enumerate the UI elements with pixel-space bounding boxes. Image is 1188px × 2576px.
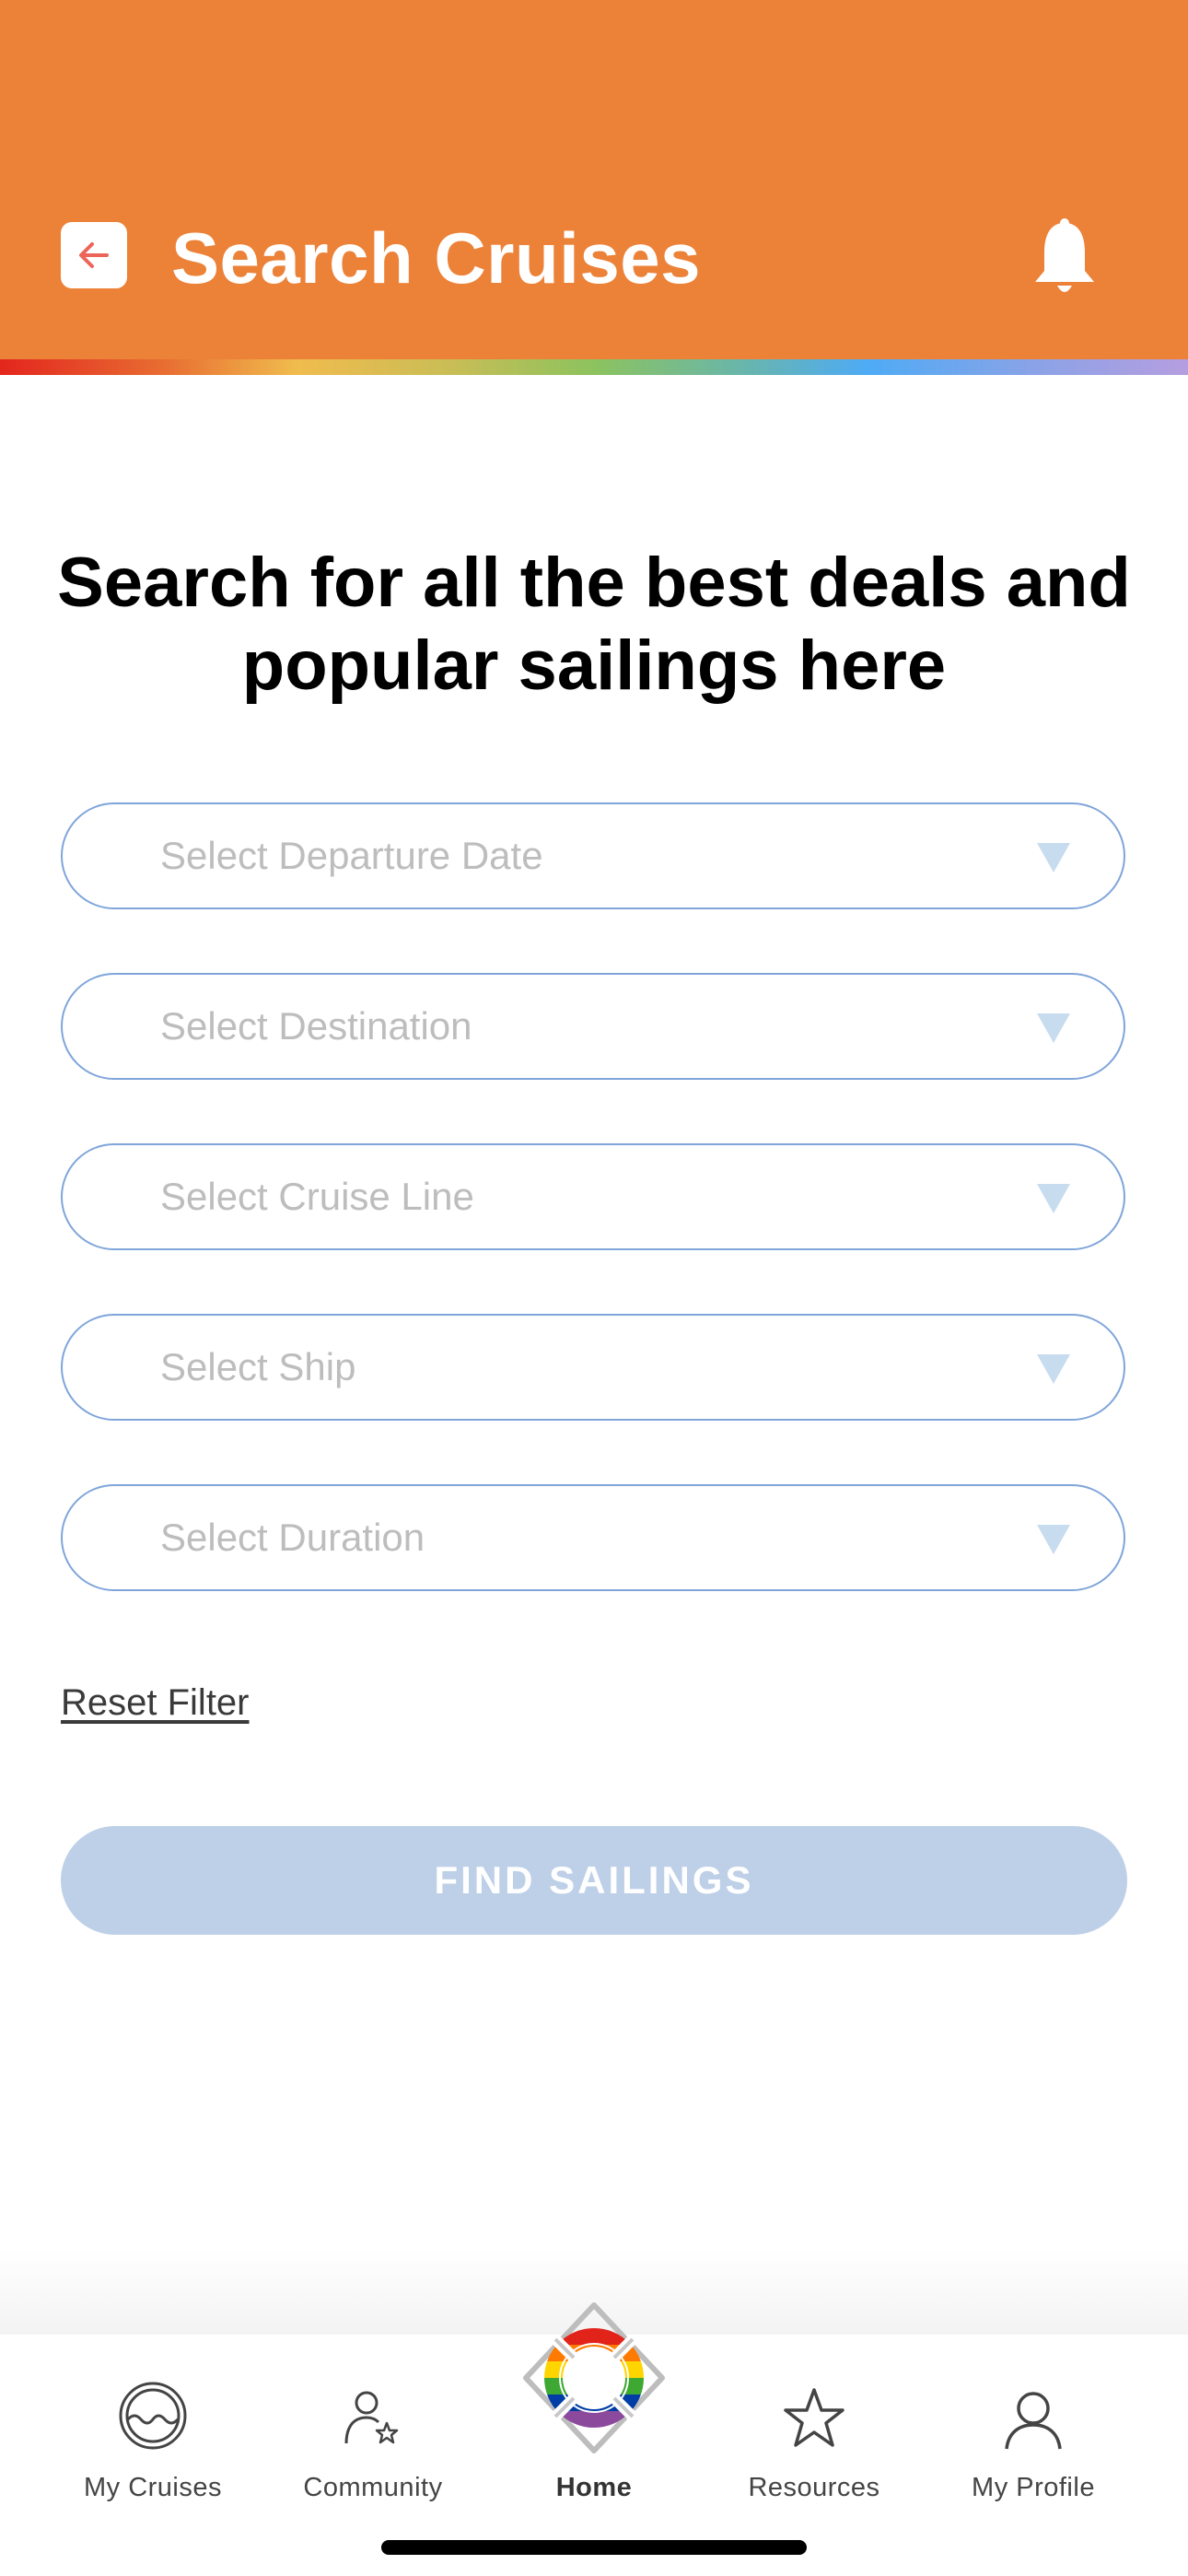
tab-label: My Profile <box>972 2473 1095 2502</box>
back-button[interactable] <box>61 222 127 288</box>
home-indicator <box>381 2540 807 2555</box>
porthole-icon <box>119 2382 187 2450</box>
cruise-line-select[interactable]: Select Cruise Line <box>61 1143 1125 1250</box>
search-headline: Search for all the best deals and popula… <box>57 544 1131 705</box>
tab-community[interactable]: Community <box>281 2359 465 2503</box>
duration-select[interactable]: Select Duration <box>61 1484 1125 1591</box>
ship-select[interactable]: Select Ship <box>61 1314 1125 1421</box>
tab-label: Resources <box>748 2473 880 2502</box>
triangle-down-icon <box>1037 1013 1070 1043</box>
notifications-button[interactable] <box>1028 217 1101 300</box>
departure-date-placeholder: Select Departure Date <box>160 834 543 877</box>
cruise-line-placeholder: Select Cruise Line <box>160 1175 474 1218</box>
star-icon <box>784 2388 844 2447</box>
reset-filter-link[interactable]: Reset Filter <box>61 1682 250 1724</box>
community-user-star-icon <box>344 2391 399 2444</box>
destination-select[interactable]: Select Destination <box>61 973 1125 1080</box>
duration-placeholder: Select Duration <box>160 1516 425 1559</box>
tab-my-cruises[interactable]: My Cruises <box>61 2359 245 2503</box>
destination-placeholder: Select Destination <box>160 1004 472 1048</box>
tab-label: Home <box>555 2473 633 2502</box>
page-title: Search Cruises <box>171 217 701 299</box>
triangle-down-icon <box>1037 843 1070 872</box>
triangle-down-icon <box>1037 1525 1070 1554</box>
tab-label: Community <box>303 2473 443 2502</box>
tab-home[interactable]: Home <box>502 2359 686 2503</box>
arrow-left-icon <box>79 242 109 268</box>
tab-resources[interactable]: Resources <box>722 2359 906 2503</box>
find-sailings-button[interactable]: FIND SAILINGS <box>61 1826 1127 1935</box>
departure-date-select[interactable]: Select Departure Date <box>61 802 1125 909</box>
triangle-down-icon <box>1037 1184 1070 1213</box>
triangle-down-icon <box>1037 1354 1070 1384</box>
ship-placeholder: Select Ship <box>160 1345 356 1388</box>
bell-icon <box>1035 218 1094 292</box>
tab-label: My Cruises <box>83 2473 222 2502</box>
tab-my-profile[interactable]: My Profile <box>941 2359 1125 2503</box>
app-header: Search Cruises <box>0 0 1188 359</box>
user-icon <box>1005 2392 1062 2450</box>
rainbow-divider <box>0 359 1188 375</box>
